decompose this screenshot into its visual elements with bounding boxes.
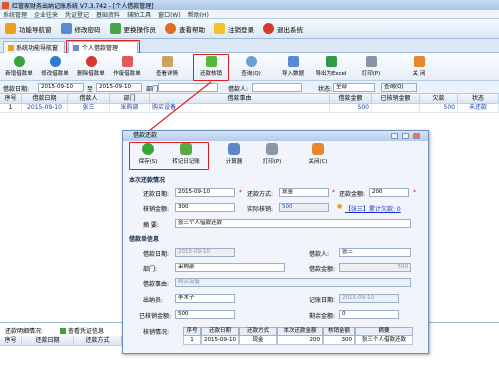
written-input: 500: [175, 310, 235, 319]
hist-col-summary: 摘要: [355, 327, 413, 336]
loan-reason-label: 借款事由:: [143, 281, 170, 288]
hist-cell[interactable]: 现金: [239, 336, 277, 345]
dialog-title: 借款还款: [123, 131, 428, 141]
calculator-icon: [228, 143, 240, 155]
highlight-dialog-buttons: [129, 142, 209, 170]
minimize-icon[interactable]: [391, 133, 398, 139]
actual-label: 实际核销:: [247, 206, 274, 213]
hist-col-method: 还款方式: [239, 327, 277, 336]
remain-label: 剩余金额:: [309, 313, 336, 320]
writeoff-label: 核销金额:: [143, 206, 170, 213]
record-date-input: 2015-09-10: [339, 294, 399, 303]
loan-dept-label: 部门:: [143, 266, 158, 273]
required-mark: *: [239, 189, 242, 196]
record-date-label: 记账日期:: [309, 297, 336, 304]
hist-cell[interactable]: 张三个人借款还款: [355, 336, 413, 345]
loan-date-label: 借款日期:: [143, 251, 170, 258]
required-mark: *: [413, 189, 416, 196]
history-label: 核销情况:: [143, 329, 170, 336]
hist-cell[interactable]: 2015-09-10: [201, 336, 239, 345]
close-icon: [312, 143, 324, 155]
remain-input: 0: [339, 310, 399, 319]
hist-col-index: 序号: [183, 327, 201, 336]
writeoff-input[interactable]: 300: [175, 203, 235, 212]
repay-amount-label: 还款金额:: [339, 191, 366, 198]
section-repayment: 本次还款情况: [129, 177, 166, 184]
required-mark: *: [332, 189, 335, 196]
bulb-icon: ●: [337, 203, 343, 210]
dialog-print-button[interactable]: 打印(P): [255, 143, 289, 169]
hist-cell[interactable]: 1: [183, 336, 201, 345]
hist-col-writeoff: 核销金额: [323, 327, 355, 336]
loan-amount-input: 500: [339, 263, 411, 272]
actual-input: 500: [279, 203, 329, 212]
repay-amount-input[interactable]: 200: [369, 188, 409, 197]
repay-date-label: 还款日期:: [143, 191, 170, 198]
summary-input[interactable]: 张三个人借款还款: [175, 219, 411, 228]
printer-icon: [266, 143, 278, 155]
cashier-input: 李木子: [175, 294, 235, 303]
loan-reason-input: 购买设备: [175, 278, 411, 287]
hist-cell[interactable]: 300: [323, 336, 355, 345]
hist-col-date: 还款日期: [201, 327, 239, 336]
maximize-icon[interactable]: [402, 133, 409, 139]
borrower-label: 借款人:: [309, 251, 330, 258]
calculator-button[interactable]: 计算器: [217, 143, 251, 169]
loan-date-input: 2015-09-10: [175, 248, 235, 257]
dialog-close-button[interactable]: 关闭(C): [301, 143, 335, 169]
loan-dept-input: 采购部: [175, 263, 285, 272]
summary-label: 摘 要:: [143, 222, 159, 229]
hist-col-amount: 本次还款金额: [277, 327, 323, 336]
hist-cell[interactable]: 200: [277, 336, 323, 345]
repay-date-input[interactable]: 2015-09-10: [175, 188, 235, 197]
borrower-input: 张三: [339, 248, 411, 257]
repayment-dialog: 借款还款 保存(S) 转记日记账 计算器 打印(P) 关闭(C) 本次还款情况 …: [122, 130, 429, 354]
close-icon[interactable]: [413, 133, 420, 139]
loan-amount-label: 借款金额:: [309, 266, 336, 273]
repay-method-select[interactable]: 现金: [279, 188, 329, 197]
written-label: 已核销金额:: [139, 313, 172, 320]
cashier-label: 出纳员:: [143, 297, 164, 304]
section-loan-info: 借款单信息: [129, 236, 160, 243]
debt-info-link[interactable]: 【张三】累计欠款: 0: [345, 204, 401, 213]
repay-method-label: 还款方式:: [247, 191, 274, 198]
